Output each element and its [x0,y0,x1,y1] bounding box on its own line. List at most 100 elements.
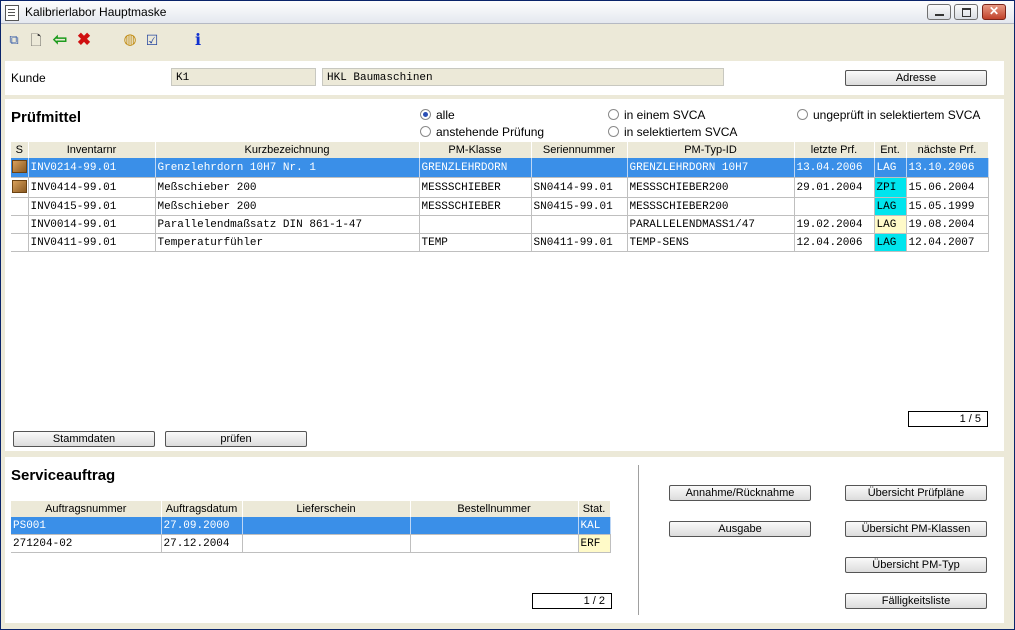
seriennummer-cell [531,215,628,234]
pm-typ-id-cell: PARALLELENDMASS1/47 [627,215,795,234]
vertical-divider [638,465,640,615]
col-header-naechste-prf[interactable]: nächste Prf. [906,142,989,158]
col-header-letzte-prf[interactable]: letzte Prf. [794,142,875,158]
kurzbezeichnung-cell: Temperaturfühler [155,233,420,252]
col-header-ent[interactable]: Ent. [874,142,907,158]
ent-cell: LAG [874,197,907,216]
bestellnummer-cell [410,517,579,535]
close-button[interactable]: ✕ [982,4,1006,20]
col-header-inventarnr[interactable]: Inventarnr [28,142,156,158]
pruefmittel-table: S Inventarnr Kurzbezeichnung PM-Klasse S… [11,142,989,252]
col-header-seriennummer[interactable]: Seriennummer [531,142,628,158]
ausgabe-button[interactable]: Ausgabe [669,521,811,537]
calibrate-icon[interactable]: ◍ [121,31,139,49]
find-records-icon[interactable]: ⧉ [5,31,23,49]
table-row[interactable]: 271204-02 27.12.2004 ERF [11,534,611,553]
ent-cell: LAG [874,158,907,178]
letzte-prf-cell: 29.01.2004 [794,177,875,198]
col-header-kurzbezeichnung[interactable]: Kurzbezeichnung [155,142,420,158]
customer-label: Kunde [11,71,46,85]
inventarnr-cell: INV0411-99.01 [28,233,156,252]
box-icon [11,180,27,193]
naechste-prf-cell: 15.05.1999 [906,197,989,216]
status-cell [11,233,29,252]
kurzbezeichnung-cell: Meßschieber 200 [155,177,420,198]
pm-klasse-cell: TEMP [419,233,532,252]
customer-panel: Kunde K1 HKL Baumaschinen Adresse [5,61,1004,95]
ent-cell: ZPI [874,177,907,198]
col-header-lieferschein[interactable]: Lieferschein [242,501,411,517]
annahme-ruecknahme-button[interactable]: Annahme/Rücknahme [669,485,811,501]
pm-klasse-cell: MESSSCHIEBER [419,197,532,216]
kurzbezeichnung-cell: Grenzlehrdorn 10H7 Nr. 1 [155,158,420,178]
pruefmittel-title: Prüfmittel [11,109,82,126]
filter-in-einem-svca-radio[interactable]: in einem SVCA [608,107,705,123]
table-row[interactable]: INV0415-99.01 Meßschieber 200 MESSSCHIEBER… [11,197,989,216]
seriennummer-cell: SN0414-99.01 [531,177,628,198]
filter-label: in selektiertem SVCA [624,125,738,139]
serviceauftrag-pager: 1 / 2 [532,593,612,609]
auftragsdatum-cell: 27.09.2000 [161,517,243,535]
radio-selected-icon [420,109,431,120]
pm-typ-id-cell: MESSSCHIEBER200 [627,197,795,216]
faelligkeitsliste-button[interactable]: Fälligkeitsliste [845,593,987,609]
status-cell [11,177,29,198]
col-header-bestellnummer[interactable]: Bestellnummer [410,501,579,517]
pruefmittel-panel: Prüfmittel alle in einem SVCA ungeprüft … [5,99,1004,451]
col-header-auftragsnummer[interactable]: Auftragsnummer [11,501,162,517]
table-header-row: S Inventarnr Kurzbezeichnung PM-Klasse S… [11,142,989,158]
seriennummer-cell: SN0415-99.01 [531,197,628,216]
col-header-pm-klasse[interactable]: PM-Klasse [419,142,532,158]
edit-chart-icon[interactable]: ☑ [143,31,161,49]
table-row[interactable]: INV0214-99.01 Grenzlehrdorn 10H7 Nr. 1 GRE… [11,158,989,178]
app-document-icon [5,5,19,21]
pruefen-button[interactable]: prüfen [165,431,307,447]
pm-klasse-cell: MESSSCHIEBER [419,177,532,198]
filter-ungeprueft-radio[interactable]: ungeprüft in selektiertem SVCA [797,107,980,123]
uebersicht-pm-typ-button[interactable]: Übersicht PM-Typ [845,557,987,573]
table-header-row: Auftragsnummer Auftragsdatum Lieferschei… [11,501,611,517]
col-header-auftragsdatum[interactable]: Auftragsdatum [161,501,243,517]
letzte-prf-cell: 13.04.2006 [794,158,875,178]
uebersicht-pm-klassen-button[interactable]: Übersicht PM-Klassen [845,521,987,537]
filter-label: alle [436,108,455,122]
address-button[interactable]: Adresse [845,70,987,86]
filter-anstehende-radio[interactable]: anstehende Prüfung [420,124,544,140]
radio-icon [420,126,431,137]
customer-code-field: K1 [171,68,316,86]
table-row[interactable]: INV0411-99.01 Temperaturfühler TEMP SN0411-… [11,233,989,252]
letzte-prf-cell: 12.04.2006 [794,233,875,252]
table-row[interactable]: PS001 27.09.2000 KAL [11,517,611,535]
delete-x-icon[interactable]: ✖ [75,31,93,49]
col-header-pm-typ-id[interactable]: PM-Typ-ID [627,142,795,158]
col-header-stat[interactable]: Stat. [578,501,611,517]
status-cell [11,197,29,216]
table-row[interactable]: INV0014-99.01 Parallelendmaßsatz DIN 861-… [11,215,989,234]
pm-typ-id-cell: GRENZLEHRDORN 10H7 [627,158,795,178]
filter-alle-radio[interactable]: alle [420,107,455,123]
radio-icon [608,109,619,120]
uebersicht-pruefplaene-button[interactable]: Übersicht Prüfpläne [845,485,987,501]
naechste-prf-cell: 15.06.2004 [906,177,989,198]
inventarnr-cell: INV0214-99.01 [28,158,156,178]
radio-icon [797,109,808,120]
main-window: Kalibrierlabor Hauptmaske ✕ ⧉ 🗋 ⇦ ✖ ◍ ☑ … [0,0,1015,630]
title-bar: Kalibrierlabor Hauptmaske ✕ [1,1,1014,24]
minimize-button[interactable] [927,4,951,20]
inventarnr-cell: INV0414-99.01 [28,177,156,198]
table-row[interactable]: INV0414-99.01 Meßschieber 200 MESSSCHIEBER… [11,177,989,198]
pm-typ-id-cell: MESSSCHIEBER200 [627,177,795,198]
status-cell [11,215,29,234]
col-header-s[interactable]: S [11,142,29,158]
maximize-button[interactable] [954,4,978,20]
stammdaten-button[interactable]: Stammdaten [13,431,155,447]
naechste-prf-cell: 19.08.2004 [906,215,989,234]
customer-name-field: HKL Baumaschinen [322,68,724,86]
new-document-icon[interactable]: 🗋 [27,31,45,49]
filter-in-selektiertem-radio[interactable]: in selektiertem SVCA [608,124,737,140]
lieferschein-cell [242,534,411,553]
back-arrow-icon[interactable]: ⇦ [51,31,69,49]
serviceauftrag-table: Auftragsnummer Auftragsdatum Lieferschei… [11,501,611,553]
pruefmittel-pager: 1 / 5 [908,411,988,427]
info-icon[interactable]: i [189,31,207,49]
